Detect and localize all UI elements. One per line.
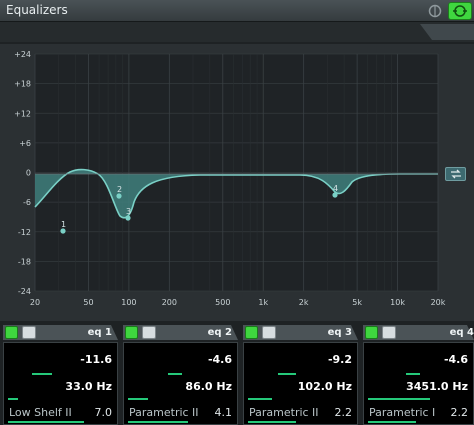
gain-value[interactable]: -11.6 [80, 353, 112, 366]
freq-tick-label: 100 [121, 298, 136, 307]
eq-point-4[interactable]: 4 [332, 184, 338, 198]
frequency-slider[interactable] [368, 398, 430, 400]
band-header: eq 4 [363, 325, 474, 340]
gain-slider[interactable] [32, 373, 52, 375]
frequency-value[interactable]: 33.0 Hz [65, 380, 112, 393]
gain-value[interactable]: -4.6 [444, 353, 468, 366]
filter-type-icon[interactable] [382, 326, 396, 339]
window-title: Equalizers [6, 3, 68, 17]
link-button[interactable] [445, 167, 466, 181]
band-eq-1: eq 1 -11.6 33.0 Hz Low Shelf II 7.0 [3, 325, 118, 425]
band-header: eq 3 [243, 325, 358, 340]
gain-tick-label: +6 [19, 139, 31, 148]
freq-tick-label: 5k [352, 298, 362, 307]
link-icon [451, 169, 461, 179]
title-bar: Equalizers [0, 0, 474, 22]
svg-text:4: 4 [333, 184, 338, 193]
band-controls: -4.6 3451.0 Hz Parametric I 2.2 [363, 342, 474, 425]
gain-slider[interactable] [168, 373, 182, 375]
q-value[interactable]: 7.0 [95, 406, 113, 419]
freq-tick-label: 20k [431, 298, 446, 307]
freq-tick-label: 500 [215, 298, 230, 307]
power-icon[interactable] [245, 326, 258, 339]
band-controls: -4.6 86.0 Hz Parametric II 4.1 [123, 342, 238, 425]
filter-type-label[interactable]: Parametric II [129, 406, 199, 419]
svg-text:2: 2 [117, 185, 122, 194]
power-icon[interactable] [365, 326, 378, 339]
frequency-value[interactable]: 3451.0 Hz [406, 380, 468, 393]
band-eq-3: eq 3 -9.2 102.0 Hz Parametric II 2.2 [243, 325, 358, 425]
freq-tick-label: 1k [258, 298, 268, 307]
q-value[interactable]: 4.1 [215, 406, 233, 419]
frequency-slider[interactable] [128, 398, 148, 400]
freq-tick-label: 20 [30, 298, 40, 307]
panel-tab [420, 24, 474, 40]
gain-tick-label: +24 [14, 50, 31, 59]
freq-tick-label: 200 [162, 298, 177, 307]
eq-point-1[interactable]: 1 [60, 220, 66, 234]
freq-tick-label: 10k [390, 298, 405, 307]
frequency-slider[interactable] [248, 398, 272, 400]
eq-point-3[interactable]: 3 [125, 207, 131, 221]
freq-tick-label: 50 [83, 298, 93, 307]
eq-point-2[interactable]: 2 [116, 185, 122, 199]
svg-text:3: 3 [126, 207, 131, 216]
gain-tick-label: -18 [18, 257, 31, 266]
band-controls: -11.6 33.0 Hz Low Shelf II 7.0 [3, 342, 118, 425]
q-slider[interactable] [8, 421, 84, 423]
filter-type-icon[interactable] [262, 326, 276, 339]
filter-type-icon[interactable] [22, 326, 36, 339]
gain-value[interactable]: -4.6 [208, 353, 232, 366]
q-slider[interactable] [368, 421, 416, 423]
gain-value[interactable]: -9.2 [328, 353, 352, 366]
filter-type-icon[interactable] [142, 326, 156, 339]
tab-strip [0, 22, 474, 42]
gain-tick-label: -6 [23, 198, 31, 207]
filter-type-label[interactable]: Parametric I [369, 406, 435, 419]
band-name: eq 4 [449, 327, 474, 338]
band-header: eq 2 [123, 325, 238, 340]
band-name: eq 3 [327, 327, 352, 338]
active-icon [453, 5, 467, 17]
band-name: eq 2 [207, 327, 232, 338]
frequency-response-graph[interactable]: 1 2 3 4 +24 +18 +12 +6 0 -6 -12 -18 -24 20 50 100 2… [0, 44, 474, 321]
frequency-value[interactable]: 102.0 Hz [298, 380, 352, 393]
active-toggle-button[interactable] [448, 2, 472, 20]
filter-type-label[interactable]: Low Shelf II [9, 406, 72, 419]
filter-type-label[interactable]: Parametric II [249, 406, 319, 419]
svg-text:1: 1 [61, 220, 66, 229]
io-icon[interactable] [428, 4, 442, 18]
band-eq-2: eq 2 -4.6 86.0 Hz Parametric II 4.1 [123, 325, 238, 425]
band-controls: -9.2 102.0 Hz Parametric II 2.2 [243, 342, 358, 425]
frequency-slider[interactable] [8, 398, 18, 400]
gain-tick-label: -12 [18, 228, 31, 237]
gain-tick-label: -24 [18, 287, 31, 296]
frequency-value[interactable]: 86.0 Hz [185, 380, 232, 393]
gain-slider[interactable] [406, 373, 420, 375]
freq-tick-label: 2k [299, 298, 309, 307]
power-icon[interactable] [5, 326, 18, 339]
band-header: eq 1 [3, 325, 118, 340]
gain-slider[interactable] [278, 373, 296, 375]
q-value[interactable]: 2.2 [451, 406, 469, 419]
gain-tick-label: 0 [26, 169, 31, 178]
power-icon[interactable] [125, 326, 138, 339]
gain-tick-label: +12 [14, 109, 31, 118]
eq-graph-panel: 1 2 3 4 +24 +18 +12 +6 0 -6 -12 -18 -24 20 50 100 2… [0, 44, 474, 321]
gain-tick-label: +18 [14, 80, 31, 89]
q-value[interactable]: 2.2 [335, 406, 353, 419]
q-slider[interactable] [128, 421, 188, 423]
band-name: eq 1 [87, 327, 112, 338]
q-slider[interactable] [248, 421, 296, 423]
band-eq-4: eq 4 -4.6 3451.0 Hz Parametric I 2.2 [363, 325, 474, 425]
